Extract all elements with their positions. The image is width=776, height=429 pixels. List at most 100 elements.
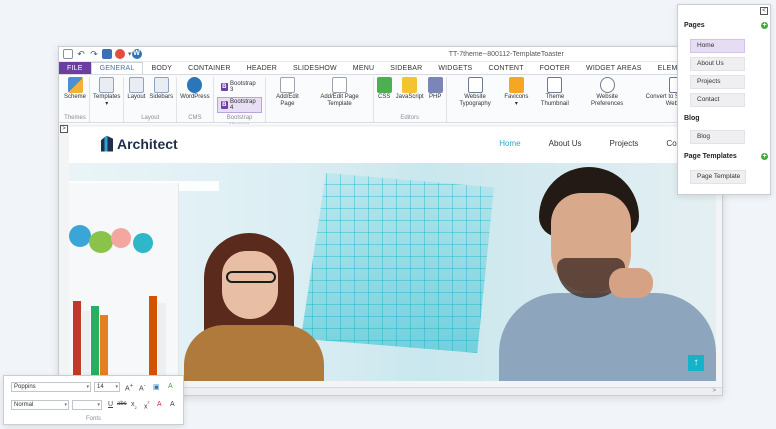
tab-file[interactable]: FILE (59, 62, 91, 74)
favicons-icon (508, 77, 524, 93)
page-item-home[interactable]: Home (690, 39, 745, 53)
strikethrough-icon[interactable]: abc (117, 401, 127, 407)
highlight-icon[interactable]: ▣ (153, 383, 160, 391)
tab-content[interactable]: CONTENT (480, 62, 531, 74)
ribbon-group-editors: CSS JavaScript PHP Editors (374, 77, 447, 122)
subscript-icon[interactable]: x₂ (131, 401, 137, 410)
tab-slideshow[interactable]: SLIDESHOW (285, 62, 345, 74)
underline-icon[interactable]: U (108, 401, 113, 408)
hero-image: ↑ (69, 163, 716, 381)
scheme-button[interactable]: Scheme (64, 77, 86, 101)
sidebars-button[interactable]: Sidebars (149, 77, 173, 101)
chevron-down-icon: ▾ (64, 402, 67, 408)
php-button[interactable]: PHP (427, 77, 443, 101)
page-templates-title: Page Templates (684, 153, 737, 160)
expand-panel-button[interactable]: > (60, 125, 68, 133)
grow-font-icon[interactable]: A+ (125, 383, 133, 392)
ribbon-group-cms: WordPress CMS (177, 77, 214, 122)
chevron-down-icon[interactable]: ▾ (128, 50, 132, 58)
chevron-down-icon: ▾ (86, 384, 89, 390)
site-header[interactable]: Architect Home About Us Projects Contact (69, 127, 716, 160)
gear-icon (599, 77, 615, 93)
tab-sidebar[interactable]: SIDEBAR (382, 62, 430, 74)
superscript-icon[interactable]: x² (144, 401, 149, 410)
tab-general[interactable]: GENERAL (90, 62, 144, 74)
scheme-label: Scheme (64, 94, 87, 100)
templates-button[interactable]: Templates ▾ (93, 77, 120, 108)
scroll-top-button[interactable]: ↑ (688, 355, 704, 371)
new-file-icon[interactable] (63, 49, 73, 59)
site-preview[interactable]: Architect Home About Us Projects Contact (69, 127, 716, 381)
tab-header[interactable]: HEADER (239, 62, 285, 74)
website-preferences-button[interactable]: Website Preferences (581, 77, 633, 108)
save-icon[interactable] (102, 49, 112, 59)
layout-button[interactable]: Layout (127, 77, 145, 101)
page-item-projects[interactable]: Projects (690, 75, 745, 89)
blog-title: Blog (684, 115, 700, 122)
shrink-font-icon[interactable]: A- (139, 383, 146, 392)
hero-book (91, 306, 99, 381)
clear-format-icon[interactable]: A (168, 383, 173, 390)
title-bar: ↶ ↷ ▾ W TT-7theme--800112-TemplateToaste… (59, 47, 722, 62)
redo-icon[interactable]: ↷ (89, 49, 99, 59)
font-family-select[interactable]: Poppins ▾ (11, 382, 91, 392)
window-title: TT-7theme--800112-TemplateToaster (448, 50, 564, 58)
page-icon (279, 77, 295, 93)
hero-book (149, 296, 157, 381)
add-edit-page-template-button[interactable]: Add/Edit Page Template (309, 77, 369, 108)
page-template-item[interactable]: Page Template (690, 170, 746, 184)
hero-book (100, 315, 108, 381)
undo-icon[interactable]: ↶ (76, 49, 86, 59)
site-logo[interactable]: Architect (101, 135, 499, 152)
tab-container[interactable]: CONTAINER (180, 62, 239, 74)
wordpress-label: WordPress (180, 94, 210, 100)
favicons-button[interactable]: Favicons ▾ (504, 77, 528, 108)
font-color-icon[interactable]: A (157, 401, 162, 408)
nav-home[interactable]: Home (499, 139, 520, 148)
nav-about-us[interactable]: About Us (549, 139, 582, 148)
tab-widgets[interactable]: WIDGETS (430, 62, 480, 74)
wordpress-button[interactable]: WordPress (180, 77, 210, 101)
chevron-down-icon: ▾ (115, 384, 118, 390)
hero-shelf (69, 183, 179, 381)
nav-projects[interactable]: Projects (610, 139, 639, 148)
wordpress-icon (187, 77, 203, 93)
scheme-icon (67, 77, 83, 93)
font-size-select[interactable]: 14 ▾ (94, 382, 120, 392)
group-label-layout: Layout (141, 115, 160, 121)
tab-body[interactable]: BODY (143, 62, 180, 74)
wordpress-icon[interactable]: W (131, 49, 142, 59)
sidebars-icon (153, 77, 169, 93)
fonts-panel: Poppins ▾ 14 ▾ A+ A- ▣ A Normal ▾ ▾ U ab… (3, 375, 184, 425)
theme-thumbnail-button[interactable]: Theme Thumbnail (532, 77, 577, 108)
style-select[interactable]: Normal ▾ (11, 400, 69, 410)
blog-item[interactable]: Blog (690, 130, 745, 144)
add-edit-page-button[interactable]: Add/Edit Page (269, 77, 305, 108)
scroll-right-icon[interactable]: > (712, 388, 716, 394)
ribbon-group-themes: Scheme Themes (61, 77, 91, 122)
bootstrap-4-button[interactable]: B Bootstrap 4 (216, 97, 263, 113)
fonts-group-label: Fonts (85, 416, 101, 422)
logo-text: Architect (117, 135, 178, 152)
ribbon-group-bootstrap: B Bootstrap 3 B Bootstrap 4 Bootstrap Ve… (214, 77, 267, 129)
page-item-about-us[interactable]: About Us (690, 57, 745, 71)
tab-widget-areas[interactable]: WIDGET AREAS (578, 62, 650, 74)
glasses-icon (226, 271, 276, 283)
add-page-icon[interactable]: + (761, 22, 768, 29)
javascript-button[interactable]: JavaScript (396, 77, 424, 101)
tab-menu[interactable]: MENU (345, 62, 382, 74)
hero-man (499, 163, 716, 381)
bootstrap-3-button[interactable]: B Bootstrap 3 (217, 79, 263, 95)
line-height-select[interactable]: ▾ (72, 400, 102, 410)
text-effect-icon[interactable]: A (170, 401, 175, 408)
collapse-panel-button[interactable]: < (760, 7, 768, 15)
preview-icon[interactable] (115, 49, 125, 59)
add-template-icon[interactable]: + (761, 153, 768, 160)
css-button[interactable]: CSS (376, 77, 392, 101)
group-label-themes: Themes (64, 115, 86, 121)
typography-button[interactable]: Website Typography (450, 77, 501, 108)
design-canvas: > Architect Home About Us Projects Conta… (59, 124, 722, 395)
tab-footer[interactable]: FOOTER (532, 62, 578, 74)
pages-panel: < Pages + Home About Us Projects Contact… (677, 4, 771, 195)
page-item-contact[interactable]: Contact (690, 93, 745, 107)
